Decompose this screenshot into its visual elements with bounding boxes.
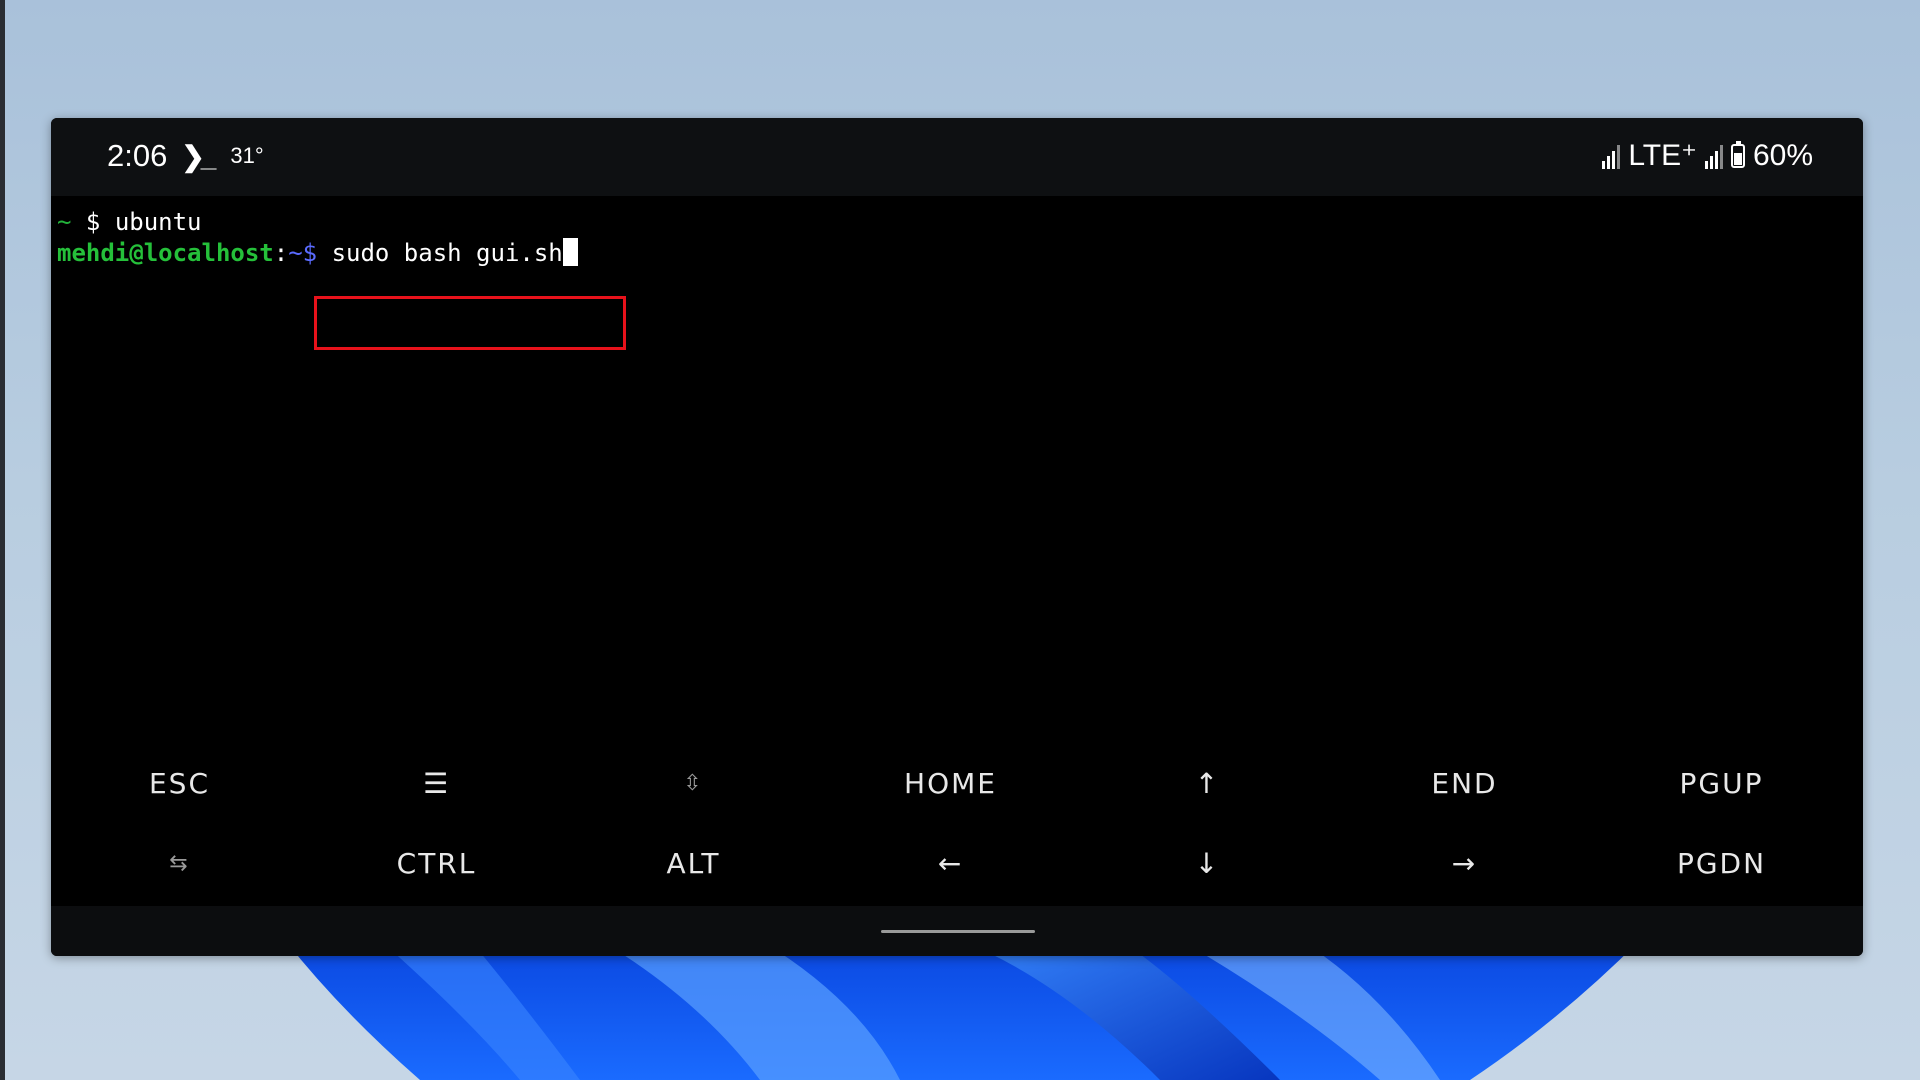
tab-key[interactable]: ⇆ — [51, 823, 308, 903]
end-key[interactable]: END — [1336, 743, 1593, 823]
navigation-bar — [51, 906, 1863, 956]
prompt-colon: : — [273, 239, 289, 267]
terminal-notification-icon: ❯_ — [181, 140, 216, 172]
clock: 2:06 — [107, 138, 168, 173]
pgdn-key[interactable]: PGDN — [1593, 823, 1850, 903]
down-arrow-key[interactable]: ↓ — [1079, 823, 1336, 903]
left-arrow-key[interactable]: ← — [822, 823, 1079, 903]
extra-keys-row-1: ESC ☰ ⇳ HOME ↑ END PGUP — [51, 743, 1863, 823]
highlight-box — [314, 296, 626, 350]
shift-key[interactable]: ⇳ — [565, 743, 822, 823]
home-key[interactable]: HOME — [822, 743, 1079, 823]
command-input[interactable]: sudo bash gui.sh — [332, 239, 563, 267]
home-gesture-handle[interactable] — [881, 930, 1035, 933]
screen-edge — [0, 0, 5, 1080]
menu-key[interactable]: ☰ — [308, 743, 565, 823]
previous-command: ubuntu — [114, 208, 202, 236]
esc-key[interactable]: ESC — [51, 743, 308, 823]
text-cursor — [562, 238, 578, 266]
temperature: 31° — [230, 143, 264, 168]
home-tilde: ~ — [57, 208, 72, 236]
terminal-prompt-line: mehdi@localhost:~$ sudo bash gui.sh — [57, 238, 578, 267]
shell-dollar: $ — [85, 208, 101, 236]
network-type: LTE⁺ — [1628, 139, 1697, 172]
extra-keys-row-2: ⇆ CTRL ALT ← ↓ → PGDN — [51, 823, 1863, 903]
prompt-user-host: mehdi@localhost — [57, 239, 274, 267]
battery-icon — [1730, 140, 1745, 168]
phone-screen: 2:06 ❯_ 31° LTE⁺ 60% ~ $ ubuntu mehdi@lo… — [51, 118, 1863, 956]
pgup-key[interactable]: PGUP — [1593, 743, 1850, 823]
ctrl-key[interactable]: CTRL — [308, 823, 565, 903]
terminal-line: ~ $ ubuntu — [57, 208, 202, 236]
signal-icon-secondary — [1704, 143, 1723, 169]
up-arrow-key[interactable]: ↑ — [1079, 743, 1336, 823]
right-arrow-key[interactable]: → — [1336, 823, 1593, 903]
terminal-output[interactable]: ~ $ ubuntu mehdi@localhost:~$ sudo bash … — [51, 196, 1863, 716]
status-bar: 2:06 ❯_ 31° LTE⁺ 60% — [51, 118, 1863, 196]
signal-icon — [1602, 143, 1621, 169]
alt-key[interactable]: ALT — [565, 823, 822, 903]
prompt-path: ~$ — [288, 239, 318, 267]
extra-keys-bar: ESC ☰ ⇳ HOME ↑ END PGUP ⇆ CTRL ALT ← ↓ →… — [51, 743, 1863, 903]
wallpaper-bloom — [285, 940, 1640, 1080]
battery-level: 60% — [1752, 138, 1813, 172]
